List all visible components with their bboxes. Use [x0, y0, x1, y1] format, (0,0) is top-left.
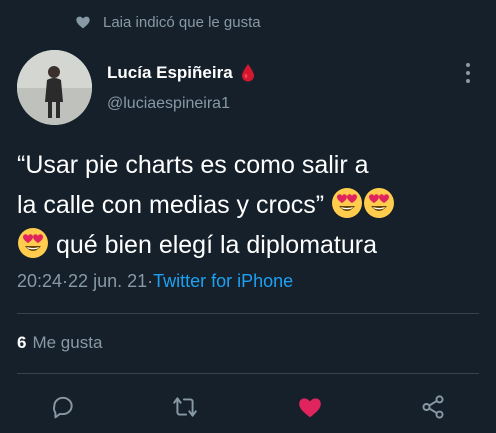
- tweet-line-3: qué bien elegí la diplomatura: [49, 231, 378, 259]
- tweet-actions-bar: [0, 392, 496, 424]
- avatar[interactable]: [17, 50, 92, 125]
- share-button[interactable]: [418, 392, 448, 422]
- divider: [17, 373, 479, 374]
- tweet-text: “Usar pie charts es como salir a la call…: [17, 145, 482, 265]
- tweet-source-link[interactable]: Twitter for iPhone: [153, 271, 293, 292]
- author-name: Lucía Espiñeira: [107, 63, 233, 82]
- likes-label: Me gusta: [32, 333, 103, 352]
- retweet-icon: [173, 397, 197, 417]
- likes-count: 6: [17, 333, 27, 352]
- social-context[interactable]: Laia indicó que le gusta: [75, 12, 261, 32]
- author-name-row[interactable]: Lucía Espiñeira: [107, 63, 255, 83]
- share-icon: [422, 395, 444, 419]
- reply-button[interactable]: [48, 392, 78, 422]
- like-icon: [299, 398, 321, 418]
- reply-icon: [53, 396, 73, 419]
- heart-eyes-emoji-icon: [17, 227, 49, 259]
- like-button[interactable]: [295, 392, 325, 422]
- tweet-time[interactable]: 20:24: [17, 271, 62, 292]
- heart-eyes-emoji-icon: [331, 187, 363, 219]
- retweet-button[interactable]: [170, 392, 200, 422]
- divider: [17, 313, 479, 314]
- likes-stat[interactable]: 6 Me gusta: [17, 333, 102, 353]
- blood-drop-icon: [241, 64, 254, 82]
- tweet-meta: 20:24 · 22 jun. 21 · Twitter for iPhone: [17, 271, 293, 292]
- tweet-line-1: “Usar pie charts es como salir a: [17, 151, 369, 179]
- heart-eyes-emoji-icon: [363, 187, 395, 219]
- tweet-date[interactable]: 22 jun. 21: [68, 271, 147, 292]
- author-handle[interactable]: @luciaespineira1: [107, 95, 230, 113]
- heart-icon: [75, 14, 91, 30]
- tweet-line-2: la calle con medias y crocs”: [17, 191, 332, 219]
- social-context-text: Laia indicó que le gusta: [103, 13, 261, 31]
- more-options-icon[interactable]: [462, 63, 474, 83]
